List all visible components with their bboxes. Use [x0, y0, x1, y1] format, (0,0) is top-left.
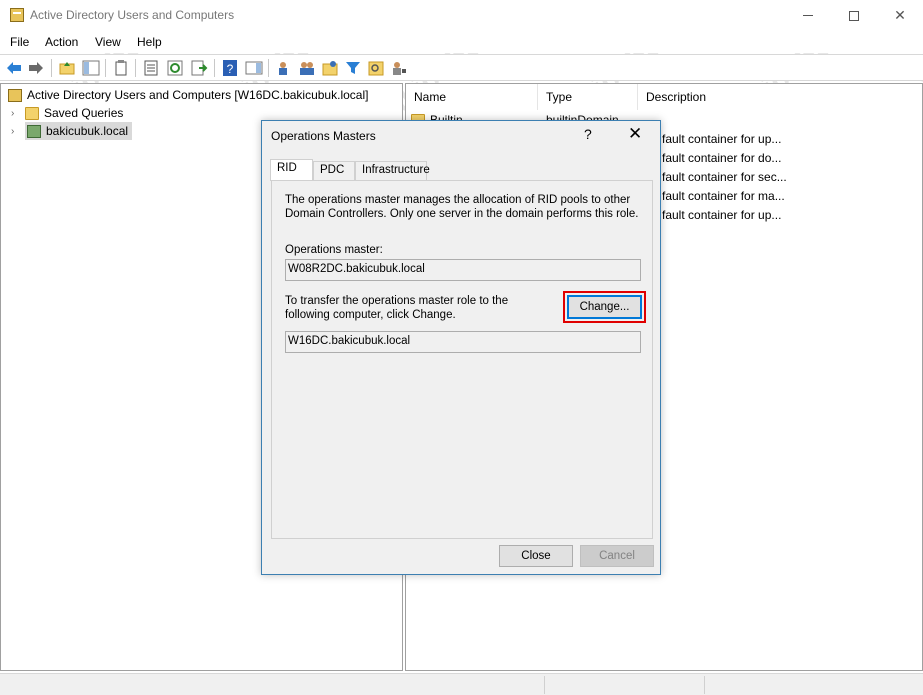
help-icon[interactable]: ?: [584, 126, 592, 142]
operations-masters-dialog: Operations Masters ? ✕ RID PDC Infrastru…: [261, 120, 661, 575]
filter-icon[interactable]: [344, 59, 362, 77]
menu-view[interactable]: View: [95, 35, 121, 49]
ad-users-computers-icon: [10, 8, 24, 22]
folder-icon: [25, 106, 39, 120]
cancel-button[interactable]: Cancel: [580, 545, 654, 567]
column-header-description[interactable]: Description: [638, 84, 923, 110]
close-icon: ✕: [894, 7, 906, 23]
help-icon[interactable]: ?: [221, 59, 239, 77]
list-cell-description: fault container for sec...: [662, 170, 787, 184]
maximize-button[interactable]: [831, 0, 877, 31]
menu-action[interactable]: Action: [45, 35, 78, 49]
menu-help[interactable]: Help: [137, 35, 162, 49]
status-cell: [704, 676, 923, 694]
minimize-button[interactable]: [785, 0, 831, 31]
forward-icon[interactable]: [27, 59, 45, 77]
tree-root-label: Active Directory Users and Computers [W1…: [27, 88, 369, 102]
add-to-group-icon[interactable]: [390, 59, 408, 77]
close-button[interactable]: Close: [499, 545, 573, 567]
column-header-type[interactable]: Type: [538, 84, 638, 110]
new-group-icon[interactable]: [298, 59, 316, 77]
tree-item-label: Saved Queries: [44, 106, 124, 120]
chevron-right-icon[interactable]: ›: [11, 108, 21, 119]
menu-bar: File Action View Help: [0, 31, 923, 53]
rid-description: The operations master manages the alloca…: [285, 194, 639, 220]
toolbar-separator: [268, 59, 269, 77]
status-bar: [0, 673, 923, 695]
toolbar-separator: [105, 59, 106, 77]
refresh-icon[interactable]: [166, 59, 184, 77]
rid-panel-content: The operations master manages the alloca…: [272, 181, 652, 538]
toolbar-separator: [214, 59, 215, 77]
new-ou-icon[interactable]: [321, 59, 339, 77]
tree-item-saved-queries[interactable]: › Saved Queries: [11, 104, 123, 122]
target-computer-field[interactable]: W16DC.bakicubuk.local: [285, 331, 641, 353]
close-icon[interactable]: ✕: [628, 124, 642, 144]
svg-text:?: ?: [227, 62, 234, 76]
ad-users-computers-icon: [8, 88, 22, 102]
export-list-icon[interactable]: [190, 59, 208, 77]
list-cell-description: fault container for up...: [662, 208, 782, 222]
action-pane-icon[interactable]: [245, 59, 263, 77]
change-button[interactable]: Change...: [567, 295, 642, 319]
tab-infrastructure[interactable]: Infrastructure: [355, 161, 430, 180]
tree-root[interactable]: Active Directory Users and Computers [W1…: [8, 86, 368, 104]
tab-rid[interactable]: RID: [270, 159, 313, 181]
column-header-name[interactable]: Name: [406, 84, 538, 110]
list-cell-description: fault container for ma...: [662, 189, 785, 203]
tree-item-selected[interactable]: bakicubuk.local: [25, 122, 133, 140]
up-folder-icon[interactable]: [58, 59, 76, 77]
menu-file[interactable]: File: [10, 35, 29, 49]
list-cell-description: fault container for do...: [662, 151, 782, 165]
toolbar-separator: [51, 59, 52, 77]
back-icon[interactable]: [5, 59, 23, 77]
domain-icon: [27, 124, 41, 138]
window-titlebar: Active Directory Users and Computers ✕: [0, 0, 923, 31]
tree-item-domain[interactable]: › bakicubuk.local: [11, 122, 133, 140]
tab-pdc[interactable]: PDC: [313, 161, 355, 180]
tree-item-label: bakicubuk.local: [46, 124, 129, 138]
window-title: Active Directory Users and Computers: [30, 8, 235, 22]
status-cell: [544, 676, 704, 694]
show-hide-console-tree-icon[interactable]: [82, 59, 100, 77]
minimize-icon: [803, 15, 813, 16]
chevron-right-icon[interactable]: ›: [11, 126, 21, 137]
clipboard-icon[interactable]: [112, 59, 130, 77]
toolbar-separator: [135, 59, 136, 77]
find-icon[interactable]: [367, 59, 385, 77]
transfer-instructions: To transfer the operations master role t…: [285, 295, 509, 321]
properties-icon[interactable]: [142, 59, 160, 77]
tab-panel-rid: The operations master manages the alloca…: [271, 180, 653, 539]
list-cell-description: fault container for up...: [662, 132, 782, 146]
new-user-icon[interactable]: [275, 59, 293, 77]
dialog-title: Operations Masters: [271, 129, 376, 143]
operations-master-label: Operations master:: [285, 244, 383, 256]
toolbar: ?: [0, 54, 923, 81]
operations-master-field[interactable]: W08R2DC.bakicubuk.local: [285, 259, 641, 281]
close-window-button[interactable]: ✕: [877, 0, 923, 31]
maximize-icon: [849, 10, 859, 21]
